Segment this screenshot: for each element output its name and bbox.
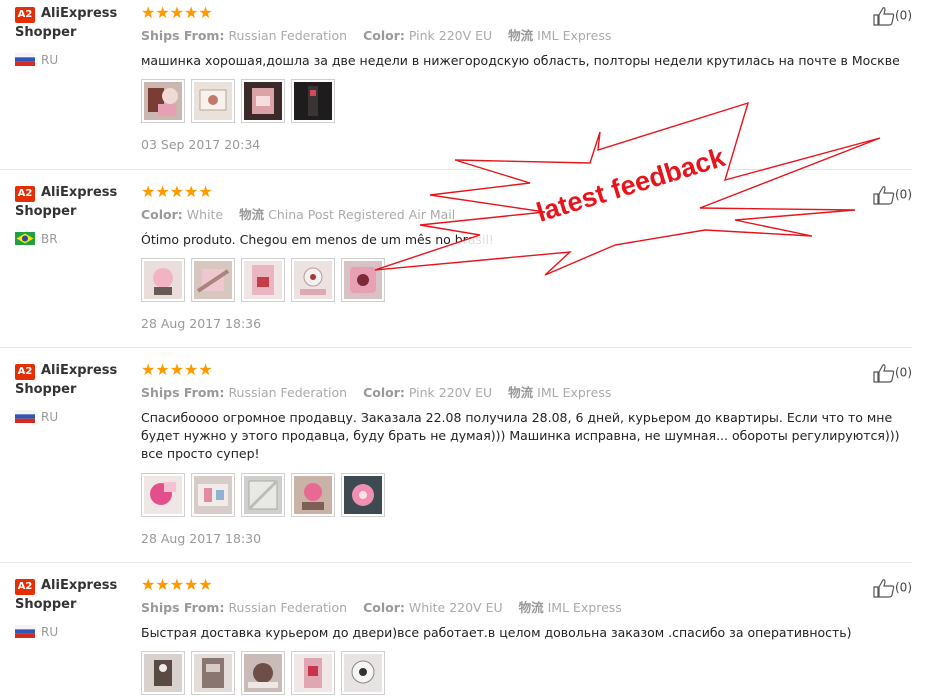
buyer-name-line2: Shopper	[15, 597, 77, 612]
buyer-country: RU	[41, 53, 59, 67]
review-photos	[141, 79, 341, 123]
review-photo-thumbnail[interactable]	[141, 473, 185, 517]
review-date: 03 Sep 2017 20:34	[141, 137, 261, 152]
meta-label: Ships From:	[141, 385, 225, 400]
buyer-country: RU	[41, 625, 59, 639]
meta-value: White 220V EU	[408, 600, 503, 615]
meta-value: Russian Federation	[228, 600, 348, 615]
buyer-level-badge: A2	[15, 186, 35, 202]
review-photo-thumbnail[interactable]	[291, 651, 335, 695]
meta-value: Pink 220V EU	[408, 385, 493, 400]
buyer-country: RU	[41, 410, 59, 424]
review-photo-thumbnail[interactable]	[241, 473, 285, 517]
review-photo-thumbnail[interactable]	[291, 258, 335, 302]
thumbs-up-icon	[873, 7, 895, 26]
review-photo-thumbnail[interactable]	[341, 258, 385, 302]
review-text: Быстрая доставка курьером до двери)все р…	[141, 625, 852, 640]
review-photo-thumbnail[interactable]	[141, 79, 185, 123]
review-text: Ótimo produto. Chegou em menos de um mês…	[141, 232, 494, 247]
buyer-country: BR	[41, 232, 58, 246]
overlay-caption: latest feedback	[533, 142, 729, 228]
review-photo-thumbnail[interactable]	[141, 258, 185, 302]
meta-value: Russian Federation	[228, 28, 348, 43]
meta-label: 物流	[239, 207, 265, 222]
order-info: Ships From: Russian Federation Color: Pi…	[141, 385, 611, 401]
review-photo-thumbnail[interactable]	[341, 651, 385, 695]
russia-flag-icon	[15, 625, 35, 638]
russia-flag-icon	[15, 53, 35, 66]
order-info: Color: White 物流 China Post Registered Ai…	[141, 207, 455, 223]
review-divider	[0, 169, 912, 170]
buyer-level-badge: A2	[15, 364, 35, 380]
meta-value: Russian Federation	[228, 385, 348, 400]
review-date: 28 Aug 2017 18:30	[141, 531, 262, 546]
thumbs-up-icon	[873, 186, 895, 205]
meta-value: China Post Registered Air Mail	[268, 207, 456, 222]
review-photo-thumbnail[interactable]	[241, 651, 285, 695]
buyer-level-badge: A2	[15, 7, 35, 23]
meta-value: White	[186, 207, 224, 222]
review-photo-thumbnail[interactable]	[241, 79, 285, 123]
meta-value: Pink 220V EU	[408, 28, 493, 43]
latest-feedback-starburst: latest feedback	[374, 101, 881, 276]
meta-label: 物流	[508, 28, 534, 43]
review-photo-thumbnail[interactable]	[341, 473, 385, 517]
thumbs-up-icon	[873, 579, 895, 598]
review-photo-thumbnail[interactable]	[191, 651, 235, 695]
helpful-count: (0)	[895, 187, 912, 202]
buyer-name: AliExpress	[41, 363, 118, 378]
review-photos	[141, 258, 391, 302]
helpful-count: (0)	[895, 365, 912, 380]
meta-value: IML Express	[547, 600, 622, 615]
review-photos	[141, 651, 391, 695]
review-photo-thumbnail[interactable]	[141, 651, 185, 695]
buyer-name: AliExpress	[41, 6, 118, 21]
order-info: Ships From: Russian Federation Color: Pi…	[141, 28, 611, 44]
buyer-name-line2: Shopper	[15, 25, 77, 40]
star-rating: ★★★★★	[141, 360, 213, 379]
review-photo-thumbnail[interactable]	[191, 258, 235, 302]
review-photo-thumbnail[interactable]	[291, 79, 335, 123]
meta-label: Color:	[141, 207, 183, 222]
brazil-flag-icon	[15, 232, 35, 245]
helpful-button[interactable]: (0)	[873, 185, 912, 205]
russia-flag-icon	[15, 410, 35, 423]
meta-label: Ships From:	[141, 600, 225, 615]
buyer-level-badge: A2	[15, 579, 35, 595]
helpful-button[interactable]: (0)	[873, 578, 912, 598]
review-text: Спасибоооо огромное продавцу. Заказала 2…	[141, 410, 900, 461]
buyer-name: AliExpress	[41, 185, 118, 200]
review-divider	[0, 562, 912, 563]
buyer-name-line2: Shopper	[15, 382, 77, 397]
meta-label: Color:	[363, 600, 405, 615]
star-rating: ★★★★★	[141, 3, 213, 22]
review-photo-thumbnail[interactable]	[191, 473, 235, 517]
helpful-count: (0)	[895, 580, 912, 595]
helpful-button[interactable]: (0)	[873, 363, 912, 383]
starburst-shape	[374, 101, 881, 276]
thumbs-up-icon	[873, 364, 895, 383]
review-photo-thumbnail[interactable]	[191, 79, 235, 123]
star-rating: ★★★★★	[141, 182, 213, 201]
meta-label: 物流	[518, 600, 544, 615]
review-text: машинка хорошая,дошла за две недели в ни…	[141, 53, 900, 68]
order-info: Ships From: Russian Federation Color: Wh…	[141, 600, 622, 616]
meta-value: IML Express	[537, 385, 612, 400]
star-rating: ★★★★★	[141, 575, 213, 594]
review-date: 28 Aug 2017 18:36	[141, 316, 262, 331]
review-photo-thumbnail[interactable]	[291, 473, 335, 517]
meta-label: 物流	[508, 385, 534, 400]
helpful-button[interactable]: (0)	[873, 6, 912, 26]
helpful-count: (0)	[895, 8, 912, 23]
meta-label: Color:	[363, 28, 405, 43]
buyer-name: AliExpress	[41, 578, 118, 593]
meta-value: IML Express	[537, 28, 612, 43]
review-photo-thumbnail[interactable]	[241, 258, 285, 302]
meta-label: Ships From:	[141, 28, 225, 43]
review-divider	[0, 347, 912, 348]
buyer-name-line2: Shopper	[15, 204, 77, 219]
review-photos	[141, 473, 391, 517]
meta-label: Color:	[363, 385, 405, 400]
